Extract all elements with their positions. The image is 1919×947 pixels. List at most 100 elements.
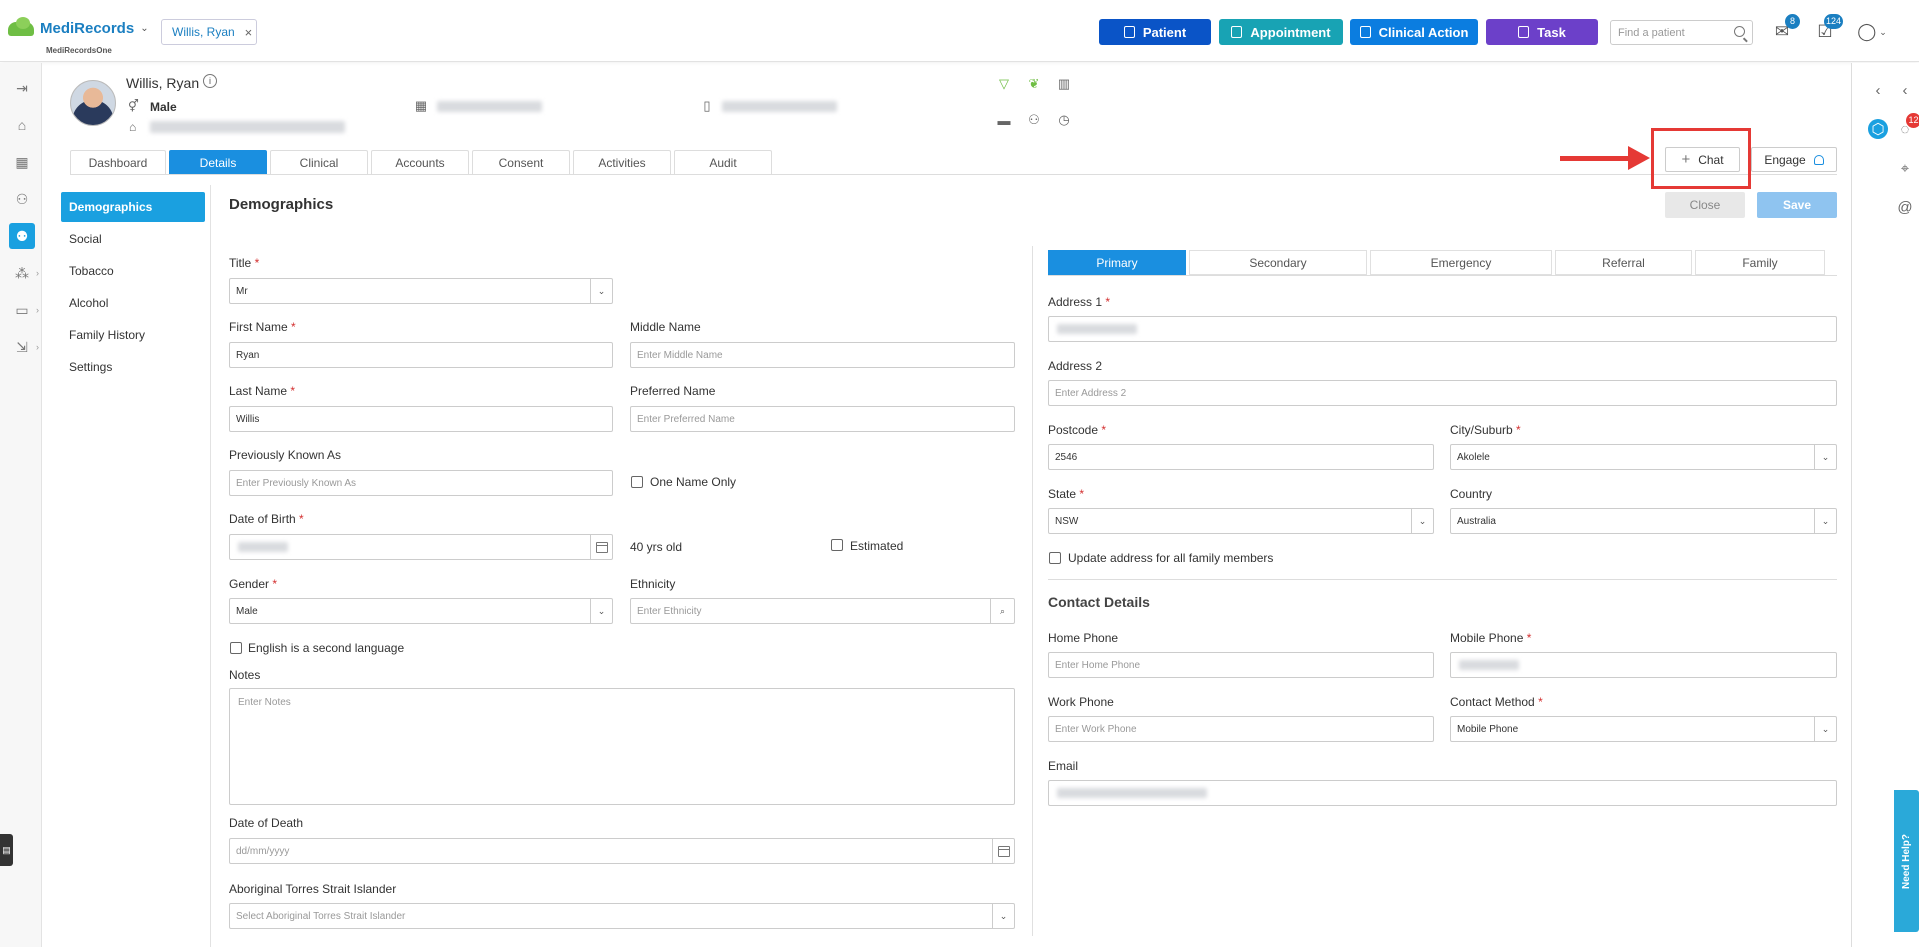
mobile-phone-field[interactable] bbox=[1450, 652, 1837, 678]
search-icon[interactable]: ⌕ bbox=[990, 599, 1014, 623]
calendar-icon[interactable] bbox=[992, 839, 1014, 863]
user-account-icon[interactable]: ◯ ⌄ bbox=[1855, 20, 1889, 44]
clinical-action-button[interactable]: Clinical Action bbox=[1350, 19, 1478, 45]
expand-nav-icon[interactable]: ⇥ bbox=[9, 75, 35, 101]
clinical-action-button-label: Clinical Action bbox=[1378, 24, 1469, 40]
chevron-down-icon[interactable]: ⌄ bbox=[590, 279, 612, 303]
modules-nav-icon[interactable]: ⁂ › bbox=[9, 260, 39, 286]
save-button[interactable]: Save bbox=[1757, 192, 1837, 218]
search-icon[interactable] bbox=[1734, 26, 1745, 37]
folder-export-nav-icon[interactable]: ⇲ › bbox=[9, 334, 39, 360]
chevron-down-icon[interactable]: ⌄ bbox=[1814, 509, 1836, 533]
ethnicity-label: Ethnicity bbox=[630, 577, 676, 591]
atsi-select[interactable]: Select Aboriginal Torres Strait Islander… bbox=[229, 903, 1015, 929]
title-select[interactable]: Mr ⌄ bbox=[229, 278, 613, 304]
brand-subname: MediRecordsOne bbox=[46, 46, 112, 55]
work-phone-label: Work Phone bbox=[1048, 695, 1114, 709]
sidebar-item-social[interactable]: Social bbox=[61, 224, 205, 254]
tab-primary[interactable]: Primary bbox=[1048, 250, 1186, 275]
middle-name-placeholder: Enter Middle Name bbox=[637, 349, 723, 361]
city-select[interactable]: Akolele ⌄ bbox=[1450, 444, 1837, 470]
sidebar-item-family-history[interactable]: Family History bbox=[61, 320, 205, 350]
chevron-down-icon[interactable]: ⌄ bbox=[1814, 445, 1836, 469]
middle-name-field[interactable]: Enter Middle Name bbox=[630, 342, 1015, 368]
appointment-button[interactable]: Appointment bbox=[1219, 19, 1343, 45]
address1-field[interactable] bbox=[1048, 316, 1837, 342]
country-select[interactable]: Australia ⌄ bbox=[1450, 508, 1837, 534]
address2-field[interactable]: Enter Address 2 bbox=[1048, 380, 1837, 406]
chevron-down-icon[interactable]: ⌄ bbox=[992, 904, 1014, 928]
state-select[interactable]: NSW ⌄ bbox=[1048, 508, 1434, 534]
waiting-room-icon[interactable]: ⚇ bbox=[9, 186, 35, 212]
previously-known-field[interactable]: Enter Previously Known As bbox=[229, 470, 613, 496]
brand-logo[interactable]: MediRecords ⌄ bbox=[8, 16, 149, 37]
chat-bubble-icon[interactable]: ◌ 12 bbox=[1895, 113, 1919, 139]
tab-details[interactable]: Details bbox=[169, 150, 267, 174]
home-phone-field[interactable]: Enter Home Phone bbox=[1048, 652, 1434, 678]
hospital-icon[interactable]: ▥ bbox=[1055, 75, 1073, 93]
notes-textarea[interactable]: Enter Notes bbox=[229, 688, 1015, 805]
sidebar-item-settings[interactable]: Settings bbox=[61, 352, 205, 382]
patient-button[interactable]: Patient bbox=[1099, 19, 1211, 45]
tab-consent[interactable]: Consent bbox=[472, 150, 570, 174]
info-icon[interactable]: i bbox=[203, 74, 217, 88]
mail-icon[interactable]: ✉ 8 bbox=[1770, 14, 1800, 44]
calendar-clock-icon[interactable]: ◷ bbox=[1055, 111, 1073, 129]
leaf-icon[interactable]: ❦ bbox=[1025, 75, 1043, 93]
sidebar-item-demographics[interactable]: Demographics bbox=[61, 192, 205, 222]
engage-button[interactable]: Engage bbox=[1751, 147, 1837, 172]
chevron-down-icon[interactable]: ⌄ bbox=[590, 599, 612, 623]
last-name-field[interactable]: Willis bbox=[229, 406, 613, 432]
pin-icon[interactable]: ⌖ bbox=[1895, 158, 1915, 178]
chevron-down-icon[interactable]: ⌄ bbox=[1814, 717, 1836, 741]
card-icon[interactable]: ▬ bbox=[995, 111, 1013, 129]
patients-nav-icon[interactable]: ⚉ bbox=[9, 223, 35, 249]
close-button[interactable]: Close bbox=[1665, 192, 1745, 218]
postcode-field[interactable]: 2546 bbox=[1048, 444, 1434, 470]
ethnicity-field[interactable]: Enter Ethnicity ⌕ bbox=[630, 598, 1015, 624]
tag-icon[interactable]: ⬡ bbox=[1868, 119, 1888, 139]
sidebar-item-alcohol[interactable]: Alcohol bbox=[61, 288, 205, 318]
folder-nav-icon[interactable]: ▭ › bbox=[9, 297, 39, 323]
task-button[interactable]: Task bbox=[1486, 19, 1598, 45]
calendar-icon[interactable] bbox=[590, 535, 612, 559]
age-text: 40 yrs old bbox=[630, 540, 683, 554]
home-icon[interactable]: ⌂ bbox=[9, 112, 35, 138]
gender-select[interactable]: Male ⌄ bbox=[229, 598, 613, 624]
tab-audit[interactable]: Audit bbox=[674, 150, 772, 174]
close-icon[interactable]: × bbox=[245, 25, 253, 40]
tab-family[interactable]: Family bbox=[1695, 250, 1825, 275]
work-phone-field[interactable]: Enter Work Phone bbox=[1048, 716, 1434, 742]
estimated-checkbox[interactable] bbox=[831, 539, 843, 551]
chevron-down-icon[interactable]: ⌄ bbox=[140, 23, 148, 34]
tab-clinical[interactable]: Clinical bbox=[270, 150, 368, 174]
tab-accounts[interactable]: Accounts bbox=[371, 150, 469, 174]
tab-secondary[interactable]: Secondary bbox=[1189, 250, 1367, 275]
esl-checkbox[interactable] bbox=[230, 642, 242, 654]
sidebar-item-tobacco[interactable]: Tobacco bbox=[61, 256, 205, 286]
collapse-left-icon[interactable]: ‹ bbox=[1868, 80, 1888, 100]
find-patient-search[interactable]: Find a patient bbox=[1610, 20, 1753, 45]
one-name-only-checkbox[interactable] bbox=[631, 476, 643, 488]
update-family-checkbox[interactable] bbox=[1049, 552, 1061, 564]
tab-emergency[interactable]: Emergency bbox=[1370, 250, 1552, 275]
contact-method-select[interactable]: Mobile Phone ⌄ bbox=[1450, 716, 1837, 742]
calendar-nav-icon[interactable]: ▦ bbox=[9, 149, 35, 175]
family-icon[interactable]: ⚇ bbox=[1025, 111, 1043, 129]
tab-referral[interactable]: Referral bbox=[1555, 250, 1692, 275]
tab-activities[interactable]: Activities bbox=[573, 150, 671, 174]
open-patient-chip[interactable]: Willis, Ryan × bbox=[161, 19, 257, 45]
tab-dashboard[interactable]: Dashboard bbox=[70, 150, 166, 174]
preferred-name-field[interactable]: Enter Preferred Name bbox=[630, 406, 1015, 432]
task-check-icon[interactable]: ☑ 124 bbox=[1813, 14, 1843, 44]
first-name-field[interactable]: Ryan bbox=[229, 342, 613, 368]
filter-icon[interactable]: ▽ bbox=[995, 75, 1013, 93]
at-mention-icon[interactable]: @ bbox=[1895, 197, 1915, 217]
need-help-tab[interactable]: Need Help? bbox=[1894, 790, 1919, 932]
email-field[interactable] bbox=[1048, 780, 1837, 806]
chevron-down-icon[interactable]: ⌄ bbox=[1411, 509, 1433, 533]
side-panel-toggle[interactable]: ▤ bbox=[0, 834, 13, 866]
dod-field[interactable]: dd/mm/yyyy bbox=[229, 838, 1015, 864]
dob-field[interactable] bbox=[229, 534, 613, 560]
collapse-right-panel-icon[interactable]: ‹ bbox=[1895, 80, 1915, 100]
